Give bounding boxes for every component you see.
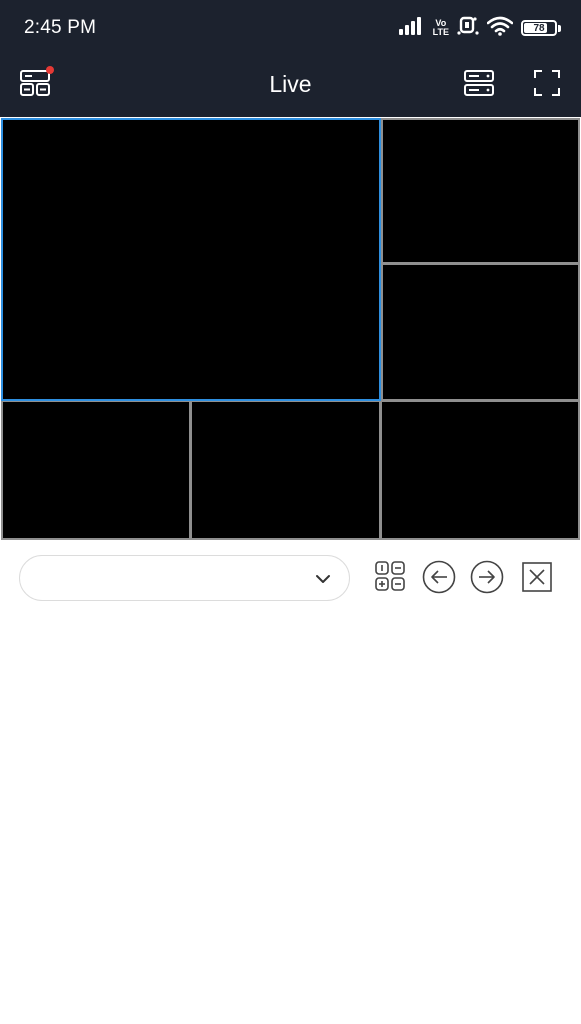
battery-percent: 78 [533, 22, 545, 34]
status-time: 2:45 PM [24, 17, 97, 38]
video-tile-1[interactable] [1, 118, 381, 401]
control-bar [0, 541, 581, 621]
volte-bottom-label: LTE [432, 27, 449, 37]
chevron-down-icon [315, 572, 331, 590]
close-all-button[interactable] [522, 561, 552, 597]
volte-icon: Vo LTE [433, 19, 449, 37]
top-bar: 2:45 PM Vo LTE 78 Live [0, 0, 581, 117]
battery-icon: 78 [521, 20, 561, 36]
previous-button[interactable] [422, 560, 456, 599]
layout-grid-icon [374, 560, 406, 597]
device-server-icon [463, 68, 495, 103]
close-all-icon [522, 561, 552, 597]
status-icons: Vo LTE 78 [398, 14, 561, 42]
wifi-icon [486, 16, 514, 41]
next-icon [470, 560, 504, 599]
signal-icon [398, 16, 425, 40]
battery-cap [558, 24, 561, 32]
fullscreen-icon [532, 68, 562, 103]
device-server-button[interactable] [462, 68, 496, 102]
battery-body: 78 [521, 20, 557, 36]
empty-content-area [0, 621, 581, 1024]
video-tile-6[interactable] [380, 400, 580, 540]
layout-grid-button[interactable] [374, 560, 406, 597]
video-tile-5[interactable] [190, 400, 381, 540]
fullscreen-button[interactable] [530, 68, 564, 102]
video-tile-4[interactable] [1, 400, 191, 540]
previous-icon [422, 560, 456, 599]
data-transfer-icon [457, 16, 479, 41]
video-grid [0, 117, 581, 541]
video-tile-3[interactable] [381, 263, 580, 401]
view-select[interactable] [19, 555, 350, 601]
next-button[interactable] [470, 560, 504, 599]
video-tile-2[interactable] [381, 118, 580, 264]
